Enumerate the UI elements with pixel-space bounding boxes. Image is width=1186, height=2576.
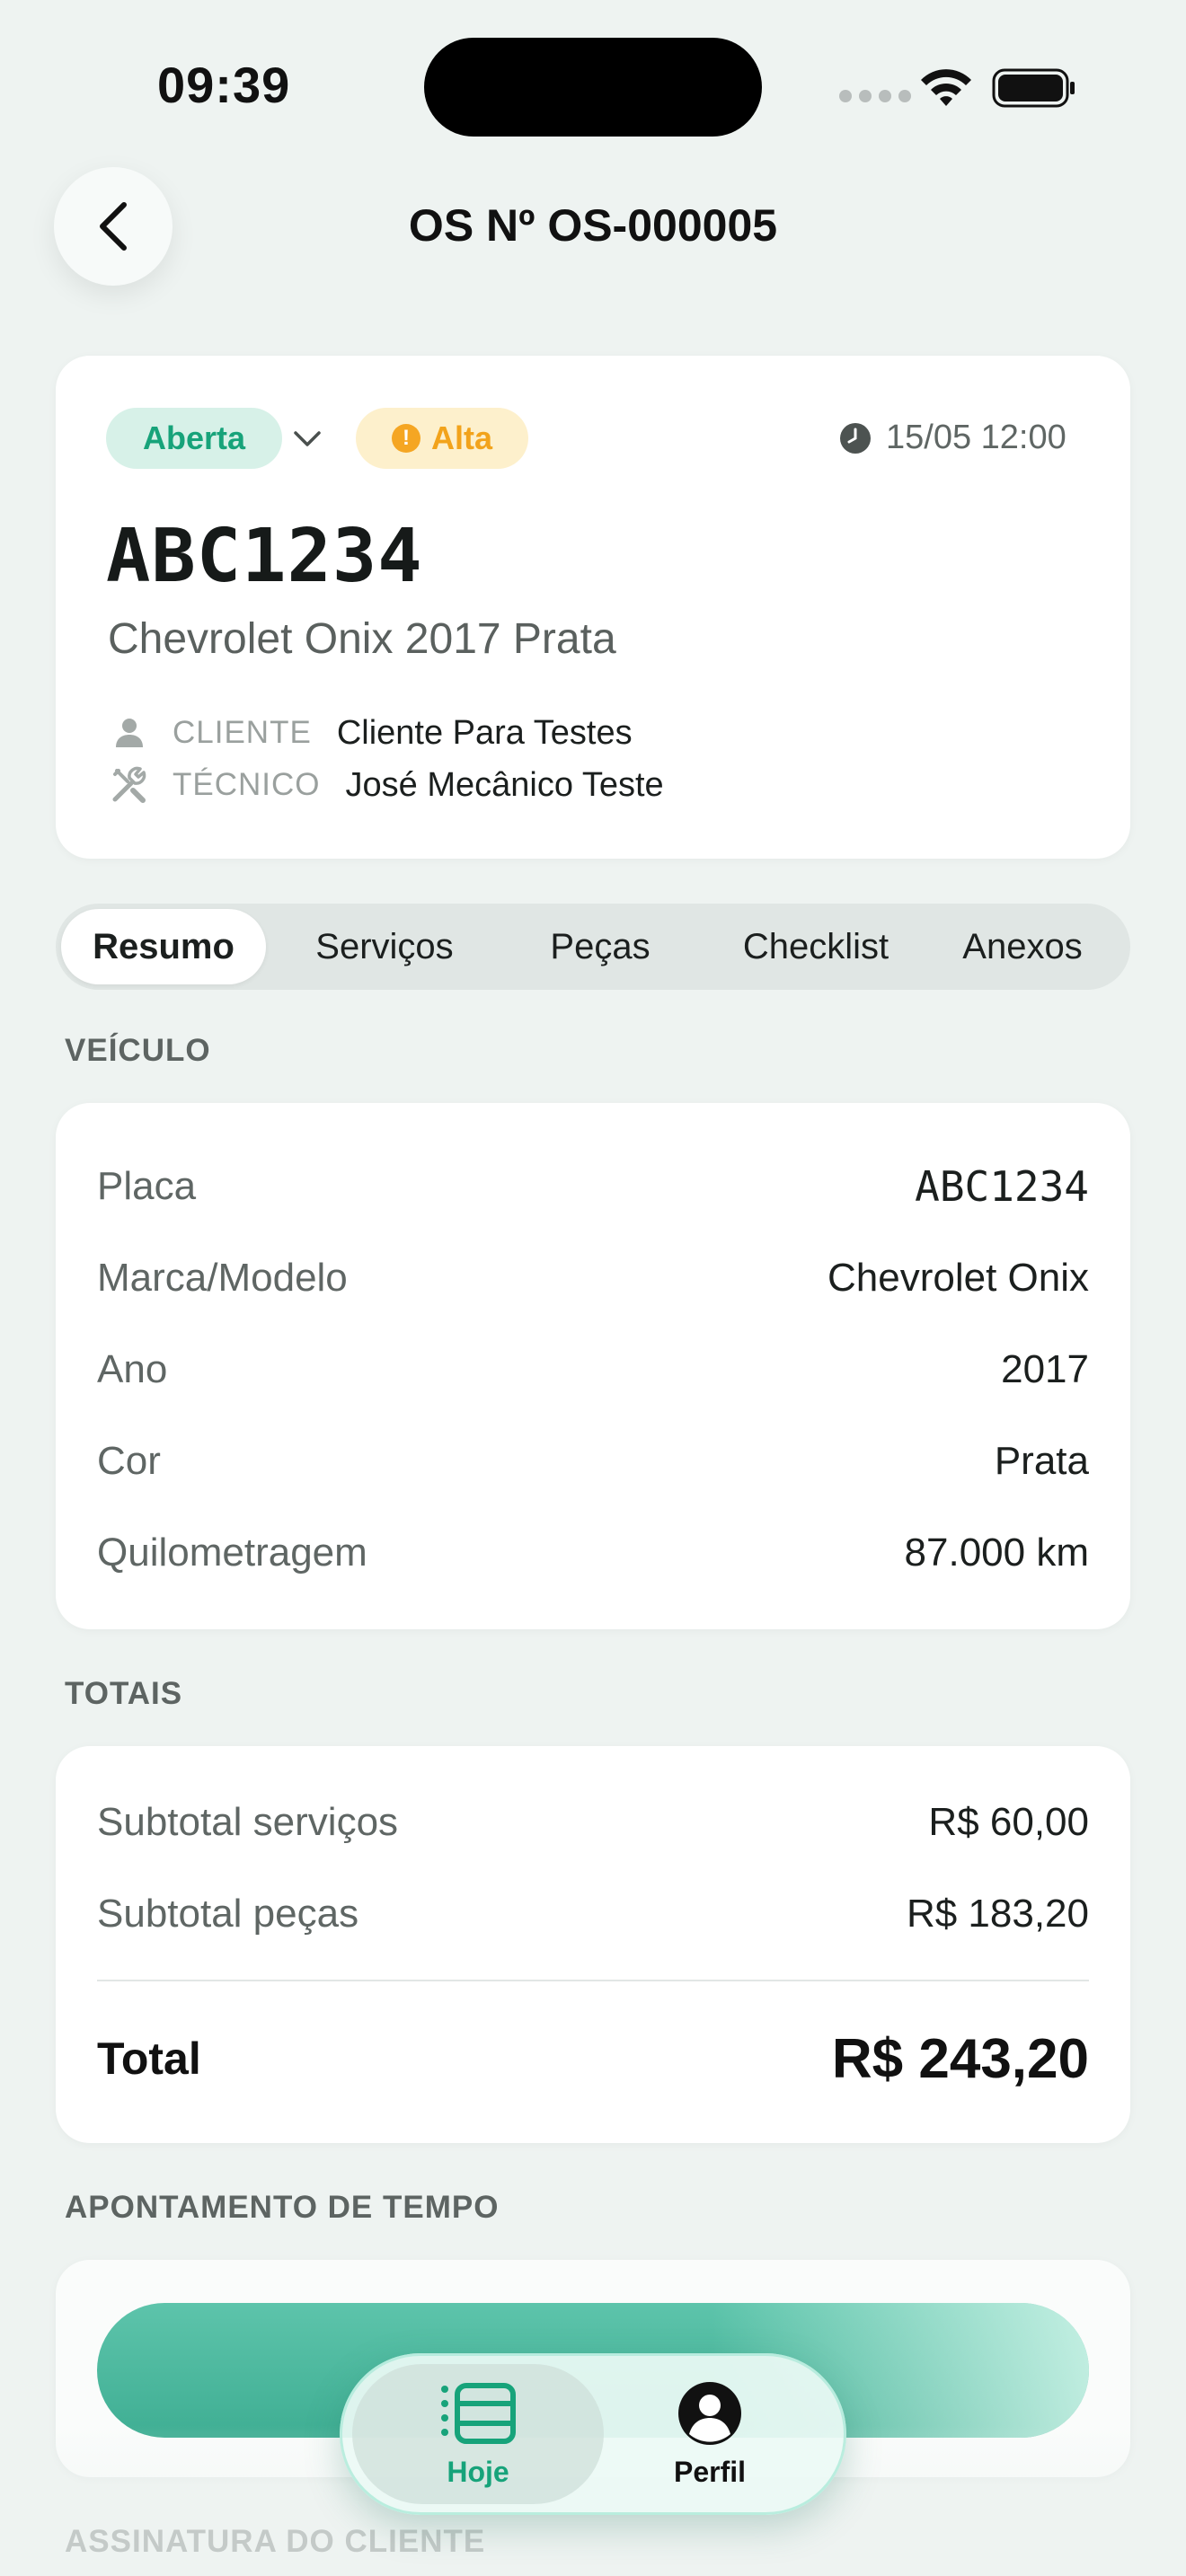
technician-value: José Mecânico Teste	[345, 765, 664, 804]
row-value: Prata	[994, 1439, 1089, 1483]
priority-badge: ! Alta	[356, 408, 528, 469]
client-value: Cliente Para Testes	[336, 713, 633, 752]
technician-row: TÉCNICO José Mecânico Teste	[108, 763, 664, 807]
row-value: 2017	[1001, 1347, 1089, 1391]
person-icon	[108, 711, 151, 754]
vehicle-description: Chevrolet Onix 2017 Prata	[108, 615, 616, 663]
signature-section-title: ASSINATURA DO CLIENTE	[65, 2524, 486, 2559]
row-label: Quilometragem	[97, 1531, 367, 1575]
subtotal-services-row: Subtotal serviços R$ 60,00	[97, 1793, 1089, 1852]
row-label: Cor	[97, 1439, 161, 1483]
warning-icon: !	[391, 424, 420, 453]
section-tabs: Resumo Serviços Peças Checklist Anexos	[56, 904, 1130, 990]
vehicle-row-model: Marca/Modelo Chevrolet Onix	[97, 1248, 1089, 1308]
total-label: Total	[97, 2033, 201, 2084]
page-title: OS Nº OS-000005	[408, 200, 778, 251]
row-value: Chevrolet Onix	[827, 1256, 1089, 1300]
vehicle-section-title: VEÍCULO	[65, 1033, 211, 1068]
vehicle-row-plate: Placa ABC1234	[97, 1157, 1089, 1216]
total-row: Total R$ 243,20	[97, 2021, 1089, 2096]
subtotal-parts-label: Subtotal peças	[97, 1892, 359, 1936]
subtotal-services-value: R$ 60,00	[928, 1800, 1089, 1844]
tab-pecas[interactable]: Peças	[496, 909, 704, 984]
subtotal-services-label: Subtotal serviços	[97, 1800, 399, 1844]
list-icon	[441, 2382, 516, 2444]
subtotal-parts-row: Subtotal peças R$ 183,20	[97, 1884, 1089, 1944]
vehicle-row-year: Ano 2017	[97, 1340, 1089, 1399]
vehicle-card: Placa ABC1234 Marca/Modelo Chevrolet Oni…	[56, 1103, 1130, 1629]
totals-card: Subtotal serviços R$ 60,00 Subtotal peça…	[56, 1746, 1130, 2143]
tabbar-item-profile[interactable]: Perfil	[584, 2364, 836, 2504]
client-row: CLIENTE Cliente Para Testes	[108, 711, 633, 754]
tab-anexos[interactable]: Anexos	[920, 909, 1125, 984]
row-label: Placa	[97, 1164, 197, 1208]
tools-icon	[108, 763, 151, 807]
clock-icon	[840, 423, 871, 454]
row-label: Marca/Modelo	[97, 1256, 348, 1300]
tabbar-profile-label: Perfil	[673, 2455, 747, 2488]
status-time: 09:39	[157, 57, 291, 113]
battery-icon	[992, 68, 1075, 108]
os-date: 15/05 12:00	[886, 419, 1067, 456]
dynamic-island	[424, 38, 762, 137]
priority-label: Alta	[430, 419, 492, 456]
row-label: Ano	[97, 1347, 168, 1391]
status-badge[interactable]: Aberta	[106, 408, 282, 469]
profile-icon	[678, 2381, 741, 2445]
totals-section-title: TOTAIS	[65, 1676, 183, 1711]
chevron-down-icon[interactable]	[291, 424, 323, 453]
bottom-tab-bar: Hoje Perfil	[340, 2353, 846, 2515]
technician-label: TÉCNICO	[173, 767, 321, 802]
vehicle-plate: ABC1234	[106, 514, 423, 599]
vehicle-row-color: Cor Prata	[97, 1432, 1089, 1491]
tabbar-item-today[interactable]: Hoje	[352, 2364, 604, 2504]
row-value: 87.000 km	[904, 1531, 1089, 1575]
time-section-title: APONTAMENTO DE TEMPO	[65, 2190, 500, 2225]
wifi-icon	[921, 69, 971, 106]
vehicle-row-mileage: Quilometragem 87.000 km	[97, 1523, 1089, 1583]
os-detail-screen: 09:39 OS Nº OS-000005 Aberta ! Alta 15/0…	[0, 0, 1186, 2576]
tab-resumo[interactable]: Resumo	[61, 909, 266, 984]
total-value: R$ 243,20	[831, 2027, 1089, 2090]
row-value: ABC1234	[915, 1162, 1089, 1211]
subtotal-parts-value: R$ 183,20	[906, 1892, 1089, 1936]
tab-checklist[interactable]: Checklist	[712, 909, 920, 984]
cellular-signal-icon	[839, 90, 911, 102]
tabbar-today-label: Hoje	[447, 2455, 509, 2488]
os-summary-card: Aberta ! Alta 15/05 12:00 ABC1234 Chevro…	[56, 356, 1130, 859]
tab-servicos[interactable]: Serviços	[280, 909, 489, 984]
client-label: CLIENTE	[173, 715, 312, 750]
totals-divider	[97, 1980, 1089, 1981]
